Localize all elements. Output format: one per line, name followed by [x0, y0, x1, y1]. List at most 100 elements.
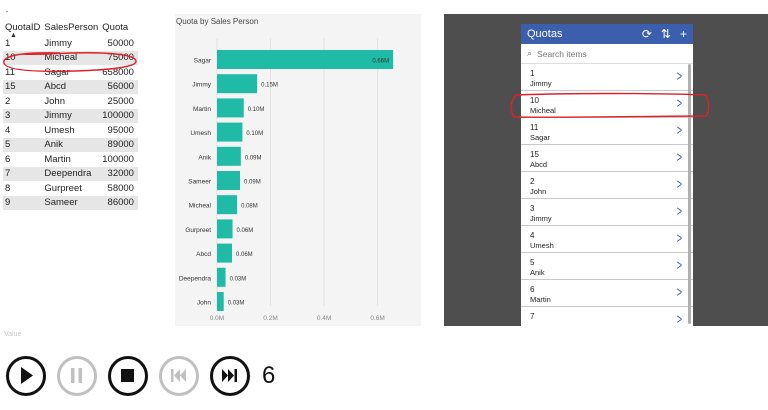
item-salesperson: Anik — [530, 268, 545, 277]
stop-icon — [121, 369, 134, 382]
play-axis-label: Value — [4, 331, 22, 338]
item-salesperson: Jimmy — [530, 79, 552, 88]
x-tick-label: 0.6M — [370, 315, 384, 322]
x-tick-label: 0.4M — [317, 315, 331, 322]
gallery-scrollbar[interactable] — [688, 64, 691, 324]
chevron-right-icon[interactable]: > — [677, 149, 682, 166]
chevron-right-icon[interactable]: > — [677, 284, 682, 301]
previous-icon — [171, 369, 186, 382]
gallery-item[interactable]: 10 Micheal > — [521, 91, 693, 118]
gallery-item[interactable]: 4 Umesh > — [521, 226, 693, 253]
gallery-item[interactable]: 15 Abcd > — [521, 145, 693, 172]
salesperson-cell: Deependra — [42, 166, 101, 181]
item-salesperson: Jimmy — [530, 214, 552, 223]
search-bar: ⌕ — [521, 44, 693, 64]
category-label: Sameer — [188, 179, 212, 186]
quota-cell: 56000 — [100, 79, 138, 94]
column-header-salesperson[interactable]: SalesPerson — [42, 18, 100, 36]
chevron-right-icon[interactable]: > — [677, 95, 682, 112]
quota-cell: 658000 — [102, 66, 134, 78]
item-quota-id: 7 — [530, 312, 535, 321]
category-label: Jimmy — [192, 82, 212, 89]
data-label: 0.06M — [236, 252, 253, 258]
quotaid-cell: 6 — [5, 153, 11, 165]
chevron-right-icon[interactable]: > — [677, 122, 682, 139]
chevron-right-icon[interactable]: > — [677, 176, 682, 193]
quota-cell: 100000 — [100, 108, 138, 123]
quotaid-cell: 15 — [3, 79, 43, 94]
pause-button[interactable] — [57, 356, 97, 396]
bar — [217, 243, 232, 263]
bar — [217, 219, 233, 239]
bar — [217, 171, 241, 190]
chevron-right-icon[interactable]: > — [677, 311, 682, 326]
next-button[interactable] — [210, 356, 250, 396]
salesperson-cell: Abcd — [42, 79, 101, 94]
quotas-gallery: 1 Jimmy >10 Micheal >11 Sagar >15 Abcd >2 John >3 J… — [521, 64, 693, 326]
x-tick-label: 0.2M — [263, 315, 277, 322]
category-label: Gurpreet — [185, 227, 211, 234]
gallery-item[interactable]: 2 John > — [521, 172, 693, 199]
gallery-item[interactable]: 11 Sagar > — [521, 118, 693, 145]
item-quota-id: 5 — [530, 258, 535, 267]
table-row: 6 Martin 100000 — [3, 152, 138, 167]
quotaid-cell: 5 — [3, 137, 43, 152]
category-label: Micheal — [189, 203, 212, 210]
category-label: Abcd — [196, 251, 211, 258]
bar — [217, 122, 243, 142]
quota-table: ˆ ▲ QuotaID SalesPerson Quota 1 Jimmy 50000 1… — [3, 12, 138, 210]
item-quota-id: 2 — [530, 177, 535, 186]
quota-bar-chart: Sagar 0.66M Jimmy 0.15M Martin 0.10M Umesh 0.10… — [179, 38, 394, 322]
quotaid-cell: 4 — [5, 124, 11, 136]
bar — [217, 50, 394, 69]
quotaid-cell: 9 — [3, 195, 43, 210]
item-quota-id: 15 — [530, 150, 539, 159]
table-row: 11 Sagar 658000 — [3, 65, 138, 80]
gallery-item[interactable]: 5 Anik > — [521, 253, 693, 280]
previous-button[interactable] — [159, 356, 199, 396]
quota-cell: 100000 — [102, 153, 134, 165]
stop-button[interactable] — [108, 356, 148, 396]
sort-icon[interactable]: ⇅ — [661, 28, 671, 40]
data-label: 0.10M — [246, 131, 263, 137]
quota-cell: 75000 — [100, 50, 138, 65]
column-header-quotaid[interactable]: ˆ ▲ QuotaID — [3, 12, 42, 39]
bar — [217, 267, 226, 287]
item-quota-id: 1 — [530, 69, 535, 78]
chevron-right-icon[interactable]: > — [677, 257, 682, 274]
quotaid-cell: 1 — [5, 37, 11, 49]
quota-cell: 32000 — [100, 166, 138, 181]
item-quota-id: 6 — [530, 285, 535, 294]
add-icon[interactable]: + — [680, 28, 687, 40]
sort-ascending-icon: ▲ — [10, 32, 17, 39]
item-salesperson: Umesh — [530, 241, 554, 250]
quota-cell: 25000 — [107, 95, 134, 107]
play-button[interactable] — [6, 356, 46, 396]
item-salesperson: John — [530, 187, 547, 196]
bar — [217, 74, 258, 94]
next-icon — [222, 369, 237, 382]
item-salesperson: Abcd — [530, 160, 548, 169]
chevron-right-icon[interactable]: > — [677, 203, 682, 220]
chevron-right-icon[interactable]: > — [677, 230, 682, 247]
quota-cell: 50000 — [107, 37, 134, 49]
gallery-item[interactable]: 3 Jimmy > — [521, 199, 693, 226]
chevron-right-icon[interactable]: > — [677, 68, 682, 85]
pause-icon — [71, 368, 82, 383]
table-row: 15 Abcd 56000 — [3, 79, 138, 94]
refresh-icon[interactable]: ⟳ — [642, 28, 652, 40]
salesperson-cell: Jimmy — [42, 108, 101, 123]
item-quota-id: 3 — [530, 204, 535, 213]
category-label: Martin — [193, 106, 211, 113]
gallery-item[interactable]: 1 Jimmy > — [521, 64, 693, 91]
quotaid-cell: 7 — [3, 166, 43, 181]
search-input[interactable] — [537, 48, 668, 59]
quota-table-visual: ˆ ▲ QuotaID SalesPerson Quota 1 Jimmy 50000 1… — [3, 12, 138, 210]
gallery-item[interactable]: 6 Martin > — [521, 280, 693, 307]
quota-cell: 95000 — [107, 124, 134, 136]
quotaid-cell: 3 — [3, 108, 43, 123]
quotaid-cell: 2 — [5, 95, 11, 107]
item-quota-id: 10 — [530, 96, 539, 105]
gallery-item[interactable]: 7 > — [521, 307, 693, 326]
column-header-quota[interactable]: Quota — [100, 18, 138, 36]
